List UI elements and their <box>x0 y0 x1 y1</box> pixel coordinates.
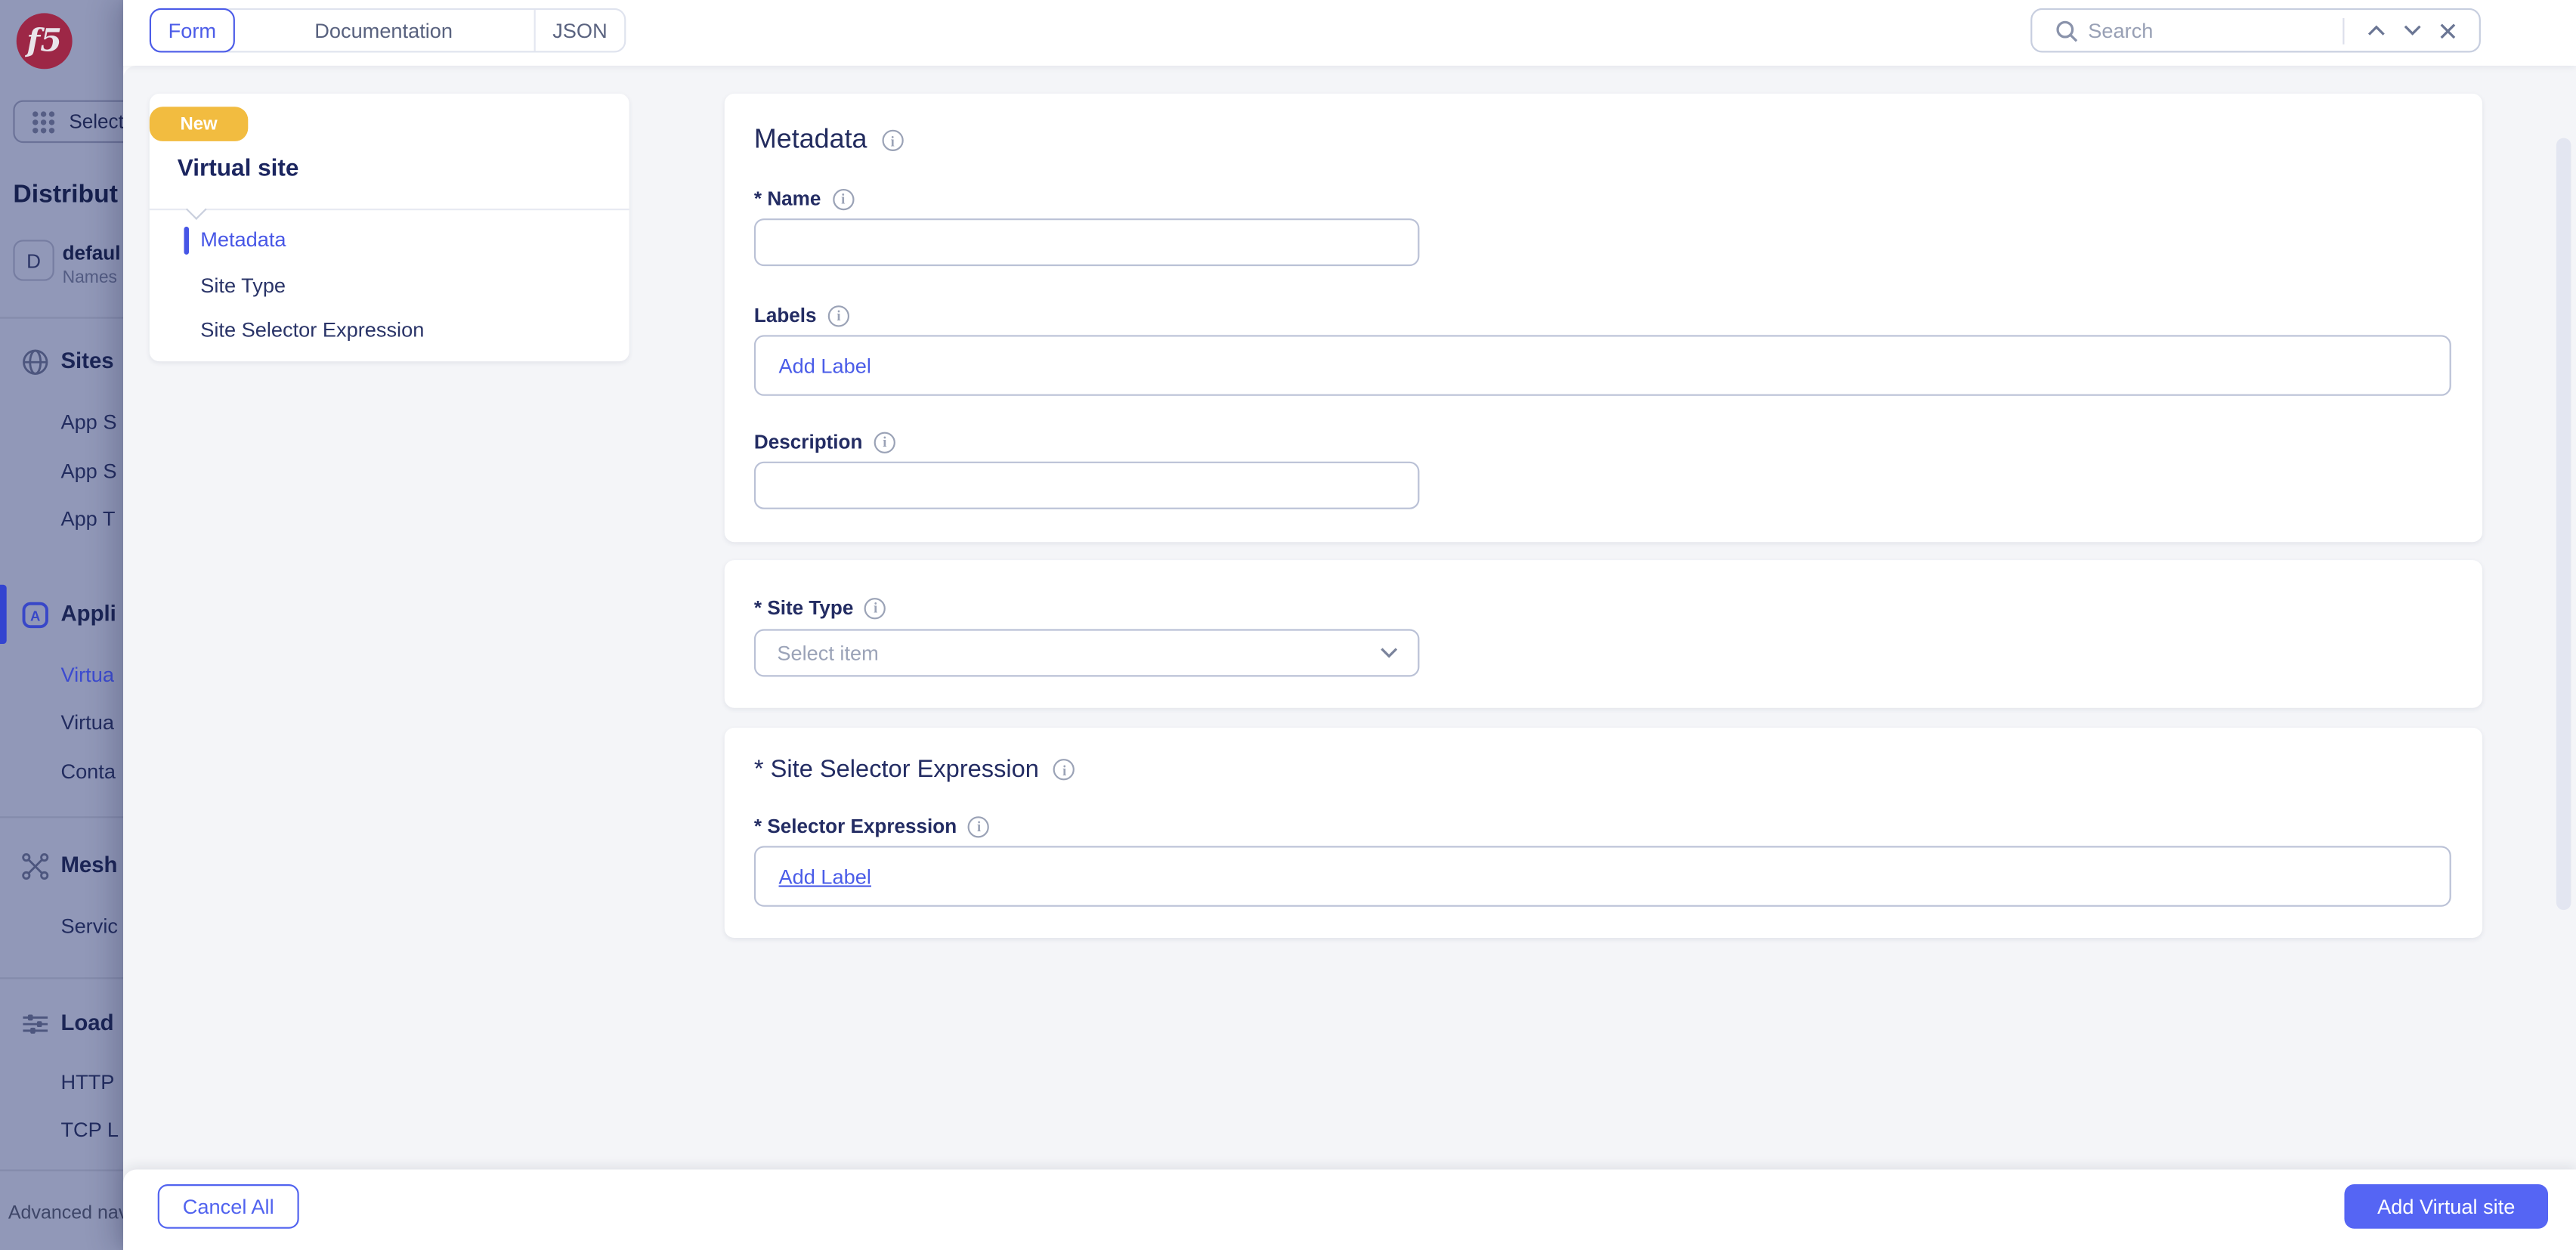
grid-icon <box>31 110 56 135</box>
tab-json[interactable]: JSON <box>536 10 624 51</box>
wizard-title: Virtual site <box>178 156 299 182</box>
f5-logo-text: f5 <box>26 23 62 59</box>
selector-expression-box: Add Label <box>754 846 2451 906</box>
site-selector-section-card: * Site Selector Expression i * Selector … <box>725 728 2482 938</box>
namespace-name: defaul <box>63 241 121 264</box>
labels-field-label: Labels i <box>754 304 849 326</box>
sidebar-item-service[interactable]: Servic <box>60 915 118 938</box>
avatar-letter: D <box>26 249 41 271</box>
site-type-label-text: * Site Type <box>754 596 853 619</box>
app-root: f5 Select Distribut D defaul Names Sites… <box>0 0 2576 1250</box>
sidebar-section-load-balancers[interactable]: Load <box>60 1010 113 1035</box>
tab-form[interactable]: Form <box>150 8 235 53</box>
product-title: Distribut <box>13 181 118 210</box>
step-site-type[interactable]: Site Type <box>200 274 286 297</box>
metadata-section-title: Metadata i <box>754 125 903 156</box>
tab-documentation[interactable]: Documentation <box>233 10 536 51</box>
selector-expression-label-text: * Selector Expression <box>754 815 957 837</box>
svg-text:A: A <box>30 608 40 624</box>
f5-logo: f5 <box>17 13 73 69</box>
info-icon[interactable]: i <box>1054 759 1075 780</box>
name-field-label: * Name i <box>754 187 854 210</box>
advanced-nav-note[interactable]: Advanced nav <box>8 1204 128 1224</box>
active-section-indicator <box>0 585 6 644</box>
sidebar-item-app-t[interactable]: App T <box>60 508 115 531</box>
sidebar-item-virtual-sites[interactable]: Virtua <box>60 664 114 686</box>
add-virtual-site-button[interactable]: Add Virtual site <box>2344 1184 2548 1229</box>
site-type-section-card: * Site Type i Select item <box>725 560 2482 708</box>
mesh-icon <box>21 852 49 880</box>
chevron-down-icon <box>1380 647 1398 658</box>
sidebar-section-sites[interactable]: Sites <box>60 348 113 373</box>
labels-label-text: Labels <box>754 304 817 326</box>
site-selector-section-title: * Site Selector Expression i <box>754 756 1075 784</box>
info-icon[interactable]: i <box>833 188 854 209</box>
search-icon <box>2049 12 2085 48</box>
sidebar-item-app-s-2[interactable]: App S <box>60 460 116 483</box>
step-metadata[interactable]: Metadata <box>200 228 286 251</box>
virtual-site-form-panel: New Virtual site Metadata Site Type Site… <box>123 0 2576 1250</box>
sidebar-item-containers[interactable]: Conta <box>60 760 116 783</box>
sidebar-item-http-lb[interactable]: HTTP <box>60 1071 114 1094</box>
new-badge: New <box>150 107 248 141</box>
name-label-text: * Name <box>754 187 821 210</box>
chevron-down-icon[interactable] <box>2394 12 2430 48</box>
chevron-up-icon[interactable] <box>2358 12 2394 48</box>
info-icon[interactable]: i <box>882 130 903 151</box>
add-label-link[interactable]: Add Label <box>779 354 871 376</box>
collapse-caret-icon[interactable] <box>186 199 207 220</box>
globe-icon <box>21 348 49 376</box>
info-icon[interactable]: i <box>865 597 886 618</box>
info-icon[interactable]: i <box>828 305 849 326</box>
namespace-avatar: D <box>13 240 54 280</box>
metadata-title-text: Metadata <box>754 125 867 156</box>
applications-icon: A <box>21 601 49 629</box>
site-type-placeholder: Select item <box>777 642 878 664</box>
sidebar-item-tcp-lb[interactable]: TCP L <box>60 1119 119 1141</box>
name-input[interactable] <box>754 218 1420 266</box>
labels-box: Add Label <box>754 335 2451 395</box>
step-site-selector-expression[interactable]: Site Selector Expression <box>200 319 424 342</box>
search-divider <box>2343 17 2344 44</box>
site-type-field-label: * Site Type i <box>754 596 886 619</box>
active-step-indicator <box>184 227 190 255</box>
sidebar-item-app-s-1[interactable]: App S <box>60 410 116 433</box>
cancel-all-button[interactable]: Cancel All <box>158 1184 299 1229</box>
site-selector-title-text: * Site Selector Expression <box>754 756 1039 784</box>
metadata-section-card: Metadata i * Name i Labels i Add Label D… <box>725 94 2482 542</box>
form-content-area: New Virtual site Metadata Site Type Site… <box>123 66 2576 1250</box>
info-icon[interactable]: i <box>968 815 989 837</box>
sidebar-section-applications[interactable]: Appli <box>60 601 116 626</box>
description-field-label: Description i <box>754 430 895 453</box>
form-footer-bar: Cancel All Add Virtual site <box>123 1169 2576 1249</box>
sidebar-item-virtual-2[interactable]: Virtua <box>60 711 114 734</box>
add-label-link[interactable]: Add Label <box>779 865 871 887</box>
sidebar-section-mesh[interactable]: Mesh <box>60 852 117 877</box>
vertical-scrollbar[interactable] <box>2556 138 2571 911</box>
select-label: Select <box>69 110 124 133</box>
wizard-divider <box>150 209 629 210</box>
site-type-select[interactable]: Select item <box>754 629 1420 676</box>
selector-expression-field-label: * Selector Expression i <box>754 815 990 837</box>
description-input[interactable] <box>754 462 1420 509</box>
search-box <box>2030 8 2481 53</box>
wizard-nav-card: New Virtual site Metadata Site Type Site… <box>150 94 629 361</box>
namespace-sublabel: Names <box>63 268 117 287</box>
close-icon[interactable] <box>2430 12 2466 48</box>
search-input[interactable] <box>2085 17 2336 44</box>
info-icon[interactable]: i <box>874 432 895 453</box>
view-tab-group: Form Documentation JSON <box>150 8 626 53</box>
form-header-bar: Form Documentation JSON <box>123 0 2576 66</box>
description-label-text: Description <box>754 430 863 453</box>
load-balancer-icon <box>21 1010 49 1038</box>
